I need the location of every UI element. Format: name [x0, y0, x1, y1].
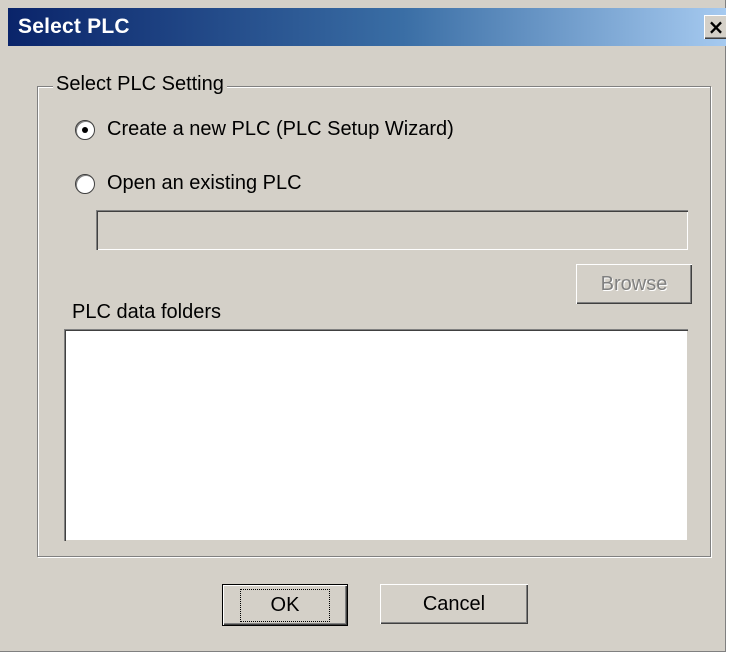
radio-create-new-plc[interactable]: Create a new PLC (PLC Setup Wizard): [75, 118, 454, 141]
window-title: Select PLC: [18, 15, 130, 38]
cancel-label: Cancel: [422, 592, 486, 615]
title-bar[interactable]: Select PLC ×: [8, 8, 728, 46]
ok-button[interactable]: OK: [222, 584, 348, 626]
browse-label: Browse: [600, 272, 668, 295]
radio-dot-icon: [82, 126, 88, 133]
browse-button[interactable]: Browse: [576, 264, 692, 304]
radio-open-existing-plc[interactable]: Open an existing PLC: [75, 172, 302, 195]
close-icon: ×: [707, 15, 725, 39]
close-button[interactable]: ×: [704, 15, 728, 39]
radio-label-create-new: Create a new PLC (PLC Setup Wizard): [107, 118, 454, 140]
cancel-button[interactable]: Cancel: [380, 584, 528, 624]
ok-label: OK: [239, 588, 331, 622]
plc-path-field[interactable]: [96, 210, 688, 250]
select-plc-dialog: Select PLC × Select PLC Setting Create a…: [0, 0, 728, 652]
window-edge: [726, 0, 734, 652]
plc-data-folders-label: PLC data folders: [72, 301, 221, 323]
group-label: Select PLC Setting: [53, 73, 227, 96]
radio-label-open-existing: Open an existing PLC: [107, 172, 302, 194]
radio-button-checked[interactable]: [75, 119, 95, 140]
plc-data-folders-list[interactable]: [64, 329, 688, 541]
radio-button-unchecked[interactable]: [75, 173, 95, 194]
